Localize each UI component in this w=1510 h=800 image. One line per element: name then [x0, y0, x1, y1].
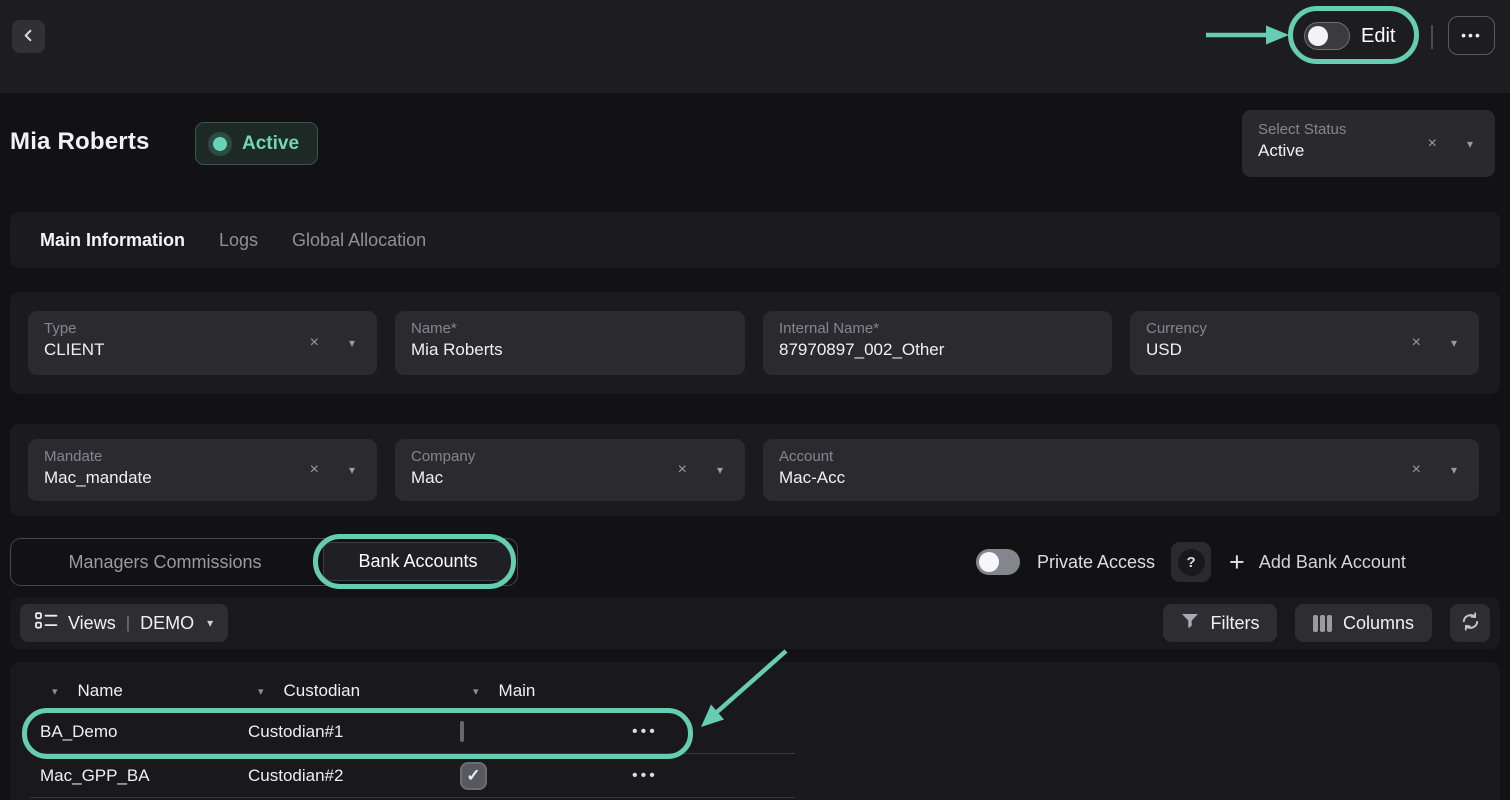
status-badge-label: Active [242, 133, 299, 155]
field-label: Internal Name* [779, 320, 1096, 337]
column-label: Name [78, 681, 123, 701]
mandate-select[interactable]: Mandate Mac_mandate × ▾ [28, 439, 377, 501]
table-header-row: ▾ Name ▾ Custodian ▾ Main [30, 672, 1500, 710]
columns-button[interactable]: Columns [1295, 604, 1432, 642]
refresh-icon [1459, 610, 1482, 636]
list-view-icon [35, 612, 58, 634]
status-select[interactable]: Select Status Active × ▾ [1242, 110, 1495, 177]
table-row[interactable]: Mac_GPP_BA Custodian#2 ✓ ••• [30, 754, 1500, 798]
ellipsis-icon: ••• [1461, 27, 1482, 43]
main-checkbox[interactable]: ✓ [460, 762, 487, 790]
view-name: DEMO [140, 613, 194, 634]
tab-managers-commissions[interactable]: Managers Commissions [11, 539, 319, 585]
private-access-knob [979, 552, 999, 572]
columns-icon [1313, 615, 1332, 632]
private-access-toggle[interactable] [976, 549, 1020, 575]
field-label: Account [779, 448, 1463, 465]
chevron-down-icon[interactable]: ▾ [349, 463, 355, 477]
status-dot-icon [208, 132, 232, 156]
table-row[interactable]: BA_Demo Custodian#1 ••• [30, 710, 1500, 754]
internal-name-field[interactable]: Internal Name* 87970897_002_Other [763, 311, 1112, 375]
pipe-divider: | [126, 613, 130, 633]
form-row-2: Mandate Mac_mandate × ▾ Company Mac × ▾ … [10, 424, 1500, 516]
edit-switch-track[interactable] [1304, 22, 1350, 50]
tab-main-information[interactable]: Main Information [40, 230, 185, 251]
column-menu-icon[interactable]: ▾ [52, 685, 58, 698]
refresh-button[interactable] [1450, 604, 1490, 642]
chevron-down-icon[interactable]: ▾ [349, 336, 355, 350]
add-bank-account-button[interactable]: Add Bank Account [1259, 552, 1406, 573]
check-icon: ✓ [466, 766, 480, 786]
tab-global-allocation[interactable]: Global Allocation [292, 230, 426, 251]
plus-icon[interactable]: + [1229, 549, 1245, 576]
chevron-down-icon[interactable]: ▾ [1451, 463, 1457, 477]
account-select[interactable]: Account Mac-Acc × ▾ [763, 439, 1479, 501]
client-detail-page: Edit ••• Mia Roberts Active Select Statu… [0, 0, 1510, 800]
tab-bank-accounts[interactable]: Bank Accounts [323, 542, 513, 581]
tab-bar: Main Information Logs Global Allocation [10, 212, 1500, 268]
private-access-label: Private Access [1037, 552, 1155, 573]
edit-toggle[interactable]: Edit [1304, 13, 1395, 59]
row-menu-button[interactable]: ••• [632, 767, 658, 784]
chevron-left-icon [21, 28, 36, 46]
table-tools: Filters Columns [1163, 604, 1490, 642]
status-select-label: Select Status [1258, 121, 1479, 138]
column-header-main[interactable]: ▾ Main [460, 681, 632, 701]
name-field[interactable]: Name* Mia Roberts [395, 311, 745, 375]
chevron-down-icon[interactable]: ▾ [1451, 336, 1457, 350]
cell-name: Mac_GPP_BA [30, 766, 248, 786]
column-menu-icon[interactable]: ▾ [473, 685, 479, 698]
status-badge: Active [195, 122, 318, 165]
row-menu-button[interactable]: ••• [632, 723, 658, 740]
type-select[interactable]: Type CLIENT × ▾ [28, 311, 377, 375]
field-label: Name* [411, 320, 729, 337]
funnel-icon [1181, 613, 1199, 634]
page-title: Mia Roberts [10, 128, 150, 156]
question-icon: ? [1178, 549, 1205, 576]
views-dropdown-button[interactable]: Views | DEMO ▾ [20, 604, 228, 642]
cell-custodian: Custodian#2 [248, 766, 460, 786]
company-select[interactable]: Company Mac × ▾ [395, 439, 745, 501]
field-value: Mac-Acc [779, 468, 1463, 488]
views-toolbar: Views | DEMO ▾ Filters Columns [10, 597, 1500, 649]
main-checkbox[interactable] [460, 721, 464, 742]
chevron-down-icon[interactable]: ▾ [1467, 137, 1473, 151]
chevron-down-icon[interactable]: ▾ [717, 463, 723, 477]
filters-label: Filters [1210, 613, 1259, 634]
clear-icon[interactable]: × [1428, 135, 1437, 153]
top-bar: Edit ••• [0, 0, 1510, 93]
clear-icon[interactable]: × [1412, 334, 1421, 352]
column-menu-icon[interactable]: ▾ [258, 685, 264, 698]
columns-label: Columns [1343, 613, 1414, 634]
clear-icon[interactable]: × [1412, 461, 1421, 479]
field-value: Mia Roberts [411, 340, 729, 360]
clear-icon[interactable]: × [678, 461, 687, 479]
field-value: 87970897_002_Other [779, 340, 1096, 360]
currency-select[interactable]: Currency USD × ▾ [1130, 311, 1479, 375]
bank-accounts-table: ▾ Name ▾ Custodian ▾ Main BA_Demo Custod… [10, 662, 1500, 800]
help-button[interactable]: ? [1171, 542, 1211, 582]
edit-toggle-label: Edit [1361, 25, 1395, 48]
bank-account-actions: Private Access ? + Add Bank Account [976, 538, 1406, 586]
filters-button[interactable]: Filters [1163, 604, 1277, 642]
column-header-name[interactable]: ▾ Name [30, 681, 248, 701]
form-row-1: Type CLIENT × ▾ Name* Mia Roberts Intern… [10, 292, 1500, 394]
more-options-button[interactable]: ••• [1448, 16, 1495, 55]
tab-logs[interactable]: Logs [219, 230, 258, 251]
column-label: Custodian [284, 681, 361, 701]
clear-icon[interactable]: × [310, 334, 319, 352]
views-label: Views [68, 613, 116, 634]
status-select-value: Active [1258, 141, 1479, 161]
back-button[interactable] [12, 20, 45, 53]
cell-custodian: Custodian#1 [248, 722, 460, 742]
topbar-divider [1431, 25, 1433, 49]
row-divider [30, 797, 795, 798]
edit-switch-knob [1308, 26, 1328, 46]
chevron-down-icon: ▾ [207, 616, 213, 630]
cell-name: BA_Demo [30, 722, 248, 742]
column-label: Main [499, 681, 536, 701]
clear-icon[interactable]: × [310, 461, 319, 479]
column-header-custodian[interactable]: ▾ Custodian [248, 681, 460, 701]
section-switcher: Managers Commissions Bank Accounts [10, 538, 518, 586]
